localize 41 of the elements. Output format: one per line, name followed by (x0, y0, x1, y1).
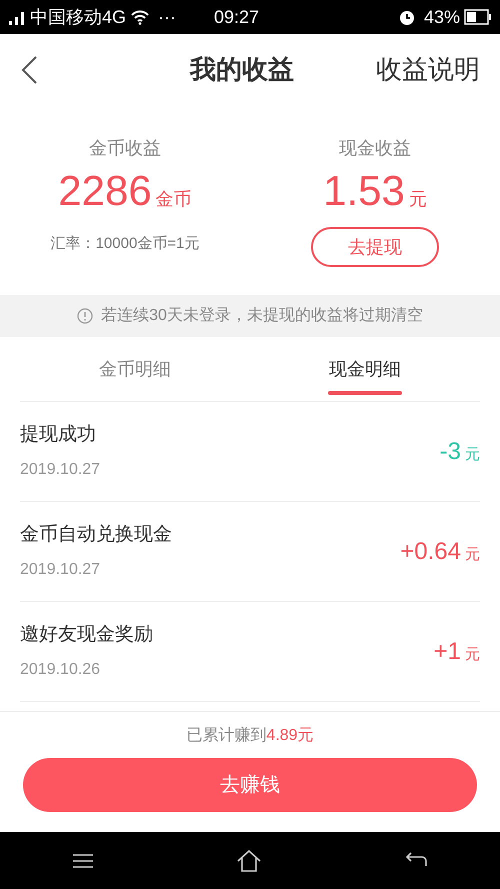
home-icon (236, 850, 261, 872)
menu-icon (72, 852, 94, 868)
transaction-unit: 元 (465, 444, 480, 464)
transaction-amount: +1 (434, 636, 461, 666)
exchange-rate-text: 汇率：10000金币=1元 (50, 234, 200, 254)
withdraw-button[interactable]: 去提现 (311, 227, 439, 267)
transaction-unit: 元 (465, 644, 480, 664)
battery-icon (464, 9, 492, 25)
carrier-text: 中国移动4G (30, 6, 126, 28)
info-icon (77, 308, 94, 324)
battery-text: 43% (424, 6, 460, 28)
menu-button[interactable] (72, 852, 94, 868)
alarm-icon (398, 8, 416, 26)
total-value: 4.89元 (266, 726, 314, 746)
transaction-title: 金币自动兑换现金 (20, 523, 172, 548)
transaction-amount: -3 (440, 436, 461, 466)
more-dots: ··· (158, 6, 176, 28)
total-label: 已累计赚到 (186, 726, 266, 746)
transaction-title: 提现成功 (20, 423, 97, 448)
earnings-value: 1.53 (323, 170, 405, 212)
tab[interactable]: 现金明细 (250, 337, 480, 401)
page-title: 我的收益 (190, 53, 294, 86)
home-button[interactable] (236, 850, 261, 872)
clock-text: 09:27 (214, 6, 260, 28)
earnings-value: 2286 (58, 170, 152, 212)
transaction-date: 2019.10.27 (20, 560, 102, 580)
earnings-unit: 金币 (156, 188, 192, 211)
notice-text: 若连续30天未登录，未提现的收益将过期清空 (101, 306, 423, 326)
earn-money-button[interactable]: 去赚钱 (23, 758, 477, 812)
back-icon (20, 54, 38, 84)
earnings-unit: 元 (408, 188, 427, 211)
transaction-unit: 元 (465, 544, 480, 564)
earnings-label: 现金收益 (339, 137, 411, 160)
tab[interactable]: 金币明细 (20, 337, 250, 401)
explanation-link[interactable]: 收益说明 (376, 50, 480, 89)
transaction-date: 2019.10.26 (20, 660, 102, 680)
wifi-icon (130, 9, 150, 25)
transaction-date: 2019.10.27 (20, 460, 100, 480)
earnings-label: 金币收益 (89, 137, 161, 160)
transaction-title: 邀好友现金奖励 (20, 623, 153, 648)
transaction-amount: +0.64 (400, 536, 461, 566)
